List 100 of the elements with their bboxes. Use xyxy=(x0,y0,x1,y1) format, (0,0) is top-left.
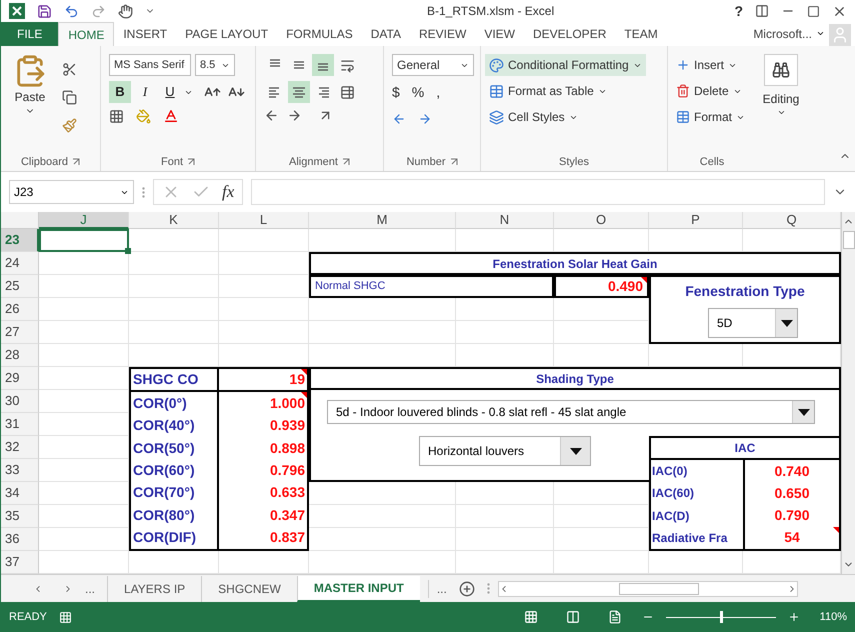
ribbon-tab[interactable]: DEVELOPER xyxy=(524,22,616,46)
save-icon[interactable] xyxy=(37,4,52,18)
number-format-button[interactable]: % xyxy=(412,82,424,102)
dialog-launcher-icon[interactable] xyxy=(72,158,80,166)
more-sheets-button[interactable]: ... xyxy=(428,580,447,598)
column-header[interactable]: L xyxy=(219,212,309,229)
row-header[interactable]: 37 xyxy=(1,551,39,574)
select-all-corner[interactable] xyxy=(1,212,39,229)
vertical-scrollbar[interactable] xyxy=(841,212,855,574)
scroll-thumb[interactable] xyxy=(842,231,854,249)
ribbon-tab[interactable]: PAGE LAYOUT xyxy=(176,22,278,46)
font-color-icon[interactable] xyxy=(163,108,179,124)
font-style-button[interactable]: B xyxy=(109,81,131,103)
empty-cell[interactable] xyxy=(129,298,219,321)
empty-cell[interactable] xyxy=(219,298,309,321)
ribbon-display-icon[interactable] xyxy=(755,4,769,18)
number-format-field[interactable]: General xyxy=(392,54,474,76)
row-header[interactable]: 28 xyxy=(1,344,39,367)
row-header[interactable]: 33 xyxy=(1,459,39,482)
dialog-launcher-icon[interactable] xyxy=(342,158,350,166)
row-header[interactable]: 30 xyxy=(1,390,39,413)
row-header[interactable]: 32 xyxy=(1,436,39,459)
ribbon-tab[interactable]: HOME xyxy=(58,22,114,46)
column-header[interactable]: O xyxy=(554,212,649,229)
more-sheets-button[interactable]: ... xyxy=(85,580,96,598)
align-button[interactable] xyxy=(288,81,310,103)
scroll-thumb[interactable] xyxy=(618,582,699,594)
column-header[interactable]: K xyxy=(129,212,219,229)
row-header[interactable]: 36 xyxy=(1,528,39,551)
shading-type-dropdown[interactable]: 5d - Indoor louvered blinds - 0.8 slat refl - 45 slat angle xyxy=(327,400,815,424)
font-size-field[interactable]: 8.5 xyxy=(195,54,235,76)
macro-record-icon[interactable] xyxy=(58,610,72,624)
row-header[interactable]: 24 xyxy=(1,252,39,275)
row-header[interactable]: 26 xyxy=(1,298,39,321)
editing-button[interactable]: Editing xyxy=(756,54,806,117)
column-header[interactable]: P xyxy=(649,212,743,229)
redo-icon[interactable] xyxy=(91,4,106,18)
file-tab[interactable]: FILE xyxy=(1,22,58,46)
fill-handle[interactable] xyxy=(125,248,131,254)
merge-icon[interactable] xyxy=(340,84,355,100)
empty-cell[interactable] xyxy=(219,321,309,344)
name-box[interactable]: J23 xyxy=(9,180,134,204)
fill-color-icon[interactable] xyxy=(136,108,151,124)
row-header[interactable]: 29 xyxy=(1,367,39,390)
number-format-button[interactable]: , xyxy=(436,82,440,102)
decrease-decimal-icon[interactable] xyxy=(418,112,432,126)
dialog-launcher-icon[interactable] xyxy=(187,158,195,166)
borders-icon[interactable] xyxy=(109,108,124,124)
row-header[interactable]: 31 xyxy=(1,413,39,436)
empty-cell[interactable] xyxy=(129,252,219,275)
insert-function-button[interactable]: fx xyxy=(222,179,234,205)
normal-view-icon[interactable] xyxy=(524,610,538,624)
number-format-button[interactable]: $ xyxy=(392,82,400,102)
column-header[interactable]: N xyxy=(456,212,554,229)
cells-button[interactable]: Delete xyxy=(676,80,742,102)
row-header[interactable]: 34 xyxy=(1,482,39,505)
ribbon-tab[interactable]: INSERT xyxy=(114,22,176,46)
column-header[interactable]: J xyxy=(39,212,129,229)
undo-icon[interactable] xyxy=(64,4,79,18)
maximize-icon[interactable] xyxy=(807,4,820,18)
splitter-handle-icon[interactable] xyxy=(142,186,145,198)
ribbon-tab[interactable]: VIEW xyxy=(475,22,524,46)
align-button[interactable] xyxy=(312,54,334,76)
louvers-dropdown[interactable]: Horizontal louvers xyxy=(419,436,591,466)
page-break-icon[interactable] xyxy=(608,610,622,624)
font-style-button[interactable]: I xyxy=(134,81,156,103)
zoom-slider[interactable] xyxy=(666,611,776,623)
slider-thumb[interactable] xyxy=(720,611,723,623)
zoom-level[interactable]: 110% xyxy=(820,608,847,626)
empty-cell[interactable] xyxy=(309,321,456,344)
column-header[interactable]: M xyxy=(309,212,456,229)
ribbon-tab[interactable]: TEAM xyxy=(615,22,667,46)
account-name[interactable]: Microsoft... xyxy=(753,22,812,46)
new-sheet-icon[interactable] xyxy=(458,580,475,596)
increase-indent-icon[interactable] xyxy=(287,108,302,123)
increase-decimal-icon[interactable] xyxy=(392,112,406,126)
empty-cell[interactable] xyxy=(219,229,309,252)
cells-button[interactable]: Format xyxy=(676,106,746,128)
row-header[interactable]: 35 xyxy=(1,505,39,528)
styles-button[interactable]: Format as Table xyxy=(485,80,611,102)
empty-cell[interactable] xyxy=(129,275,219,298)
splitter-handle-icon[interactable] xyxy=(486,583,490,594)
horizontal-scrollbar[interactable] xyxy=(498,580,798,596)
dialog-launcher-icon[interactable] xyxy=(450,158,458,166)
sheet-tab[interactable]: MASTER INPUT xyxy=(296,576,420,602)
row-header[interactable]: 23 xyxy=(1,229,39,252)
row-header[interactable]: 25 xyxy=(1,275,39,298)
empty-cell[interactable] xyxy=(456,321,554,344)
row-header[interactable]: 27 xyxy=(1,321,39,344)
ribbon-tab[interactable]: DATA xyxy=(362,22,410,46)
styles-button[interactable]: Cell Styles xyxy=(485,106,582,128)
zoom-in-icon[interactable] xyxy=(788,611,800,623)
decrease-indent-icon[interactable] xyxy=(264,108,279,123)
empty-cell[interactable] xyxy=(456,528,554,551)
empty-cell[interactable] xyxy=(456,505,554,528)
help-button[interactable]: ? xyxy=(734,0,743,22)
wrap-text-icon[interactable] xyxy=(340,58,355,72)
page-layout-icon[interactable] xyxy=(566,610,580,624)
cells-button[interactable]: Insert xyxy=(676,54,738,76)
selected-cell[interactable] xyxy=(39,229,129,252)
